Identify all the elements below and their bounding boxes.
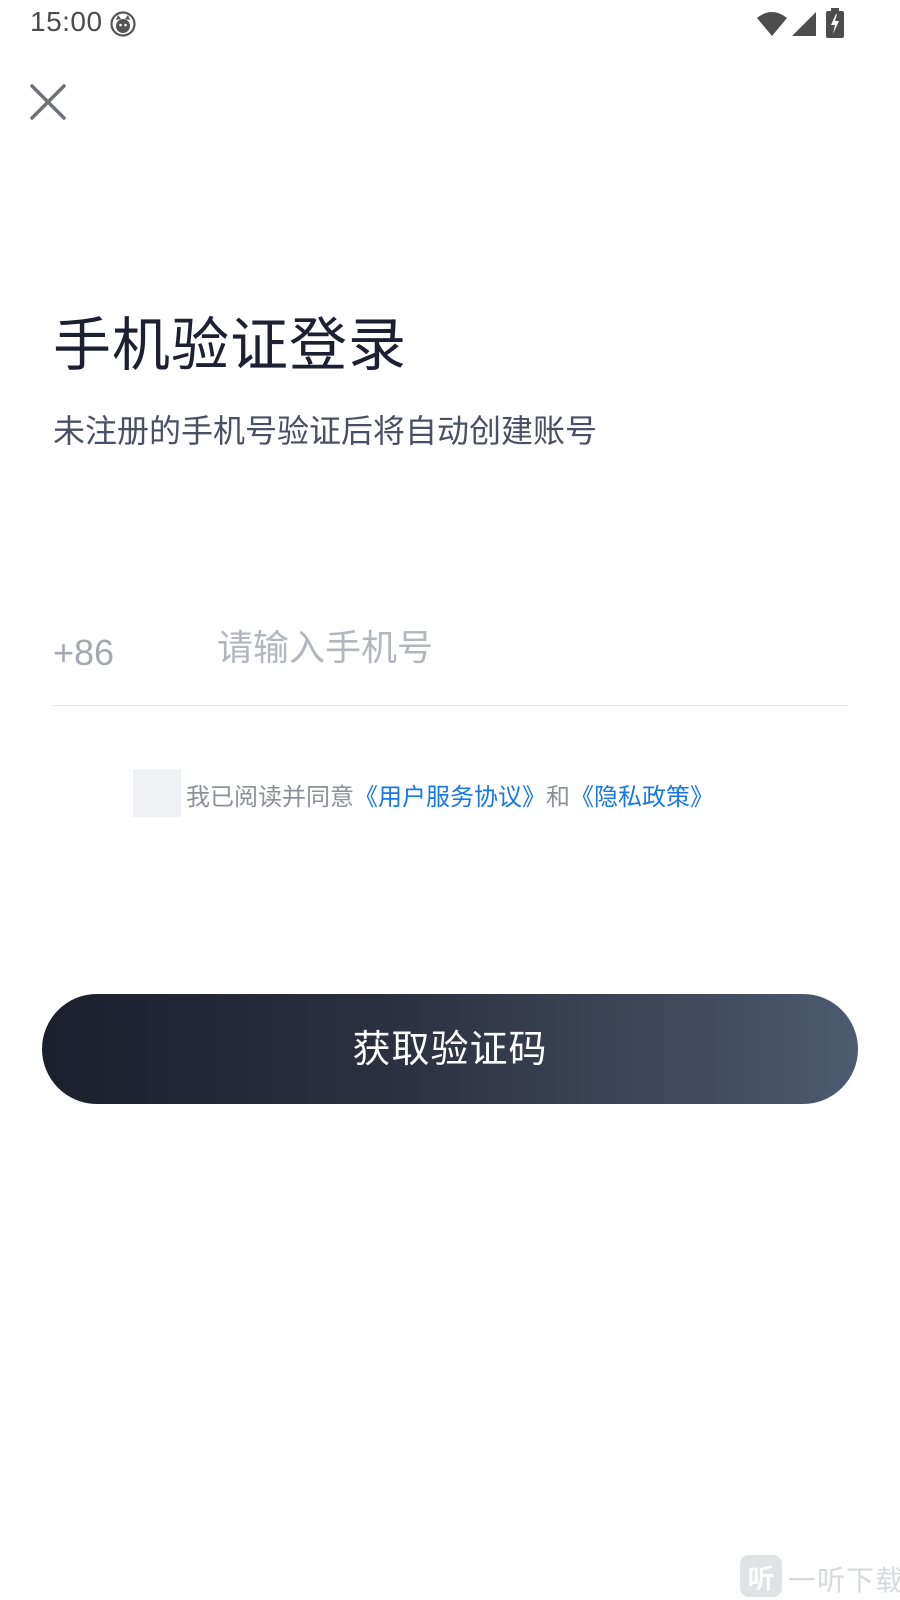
agreement-text: 我已阅读并同意《用户服务协议》和《隐私政策》	[186, 777, 714, 812]
battery-charging-icon	[826, 8, 844, 38]
close-icon[interactable]	[28, 82, 68, 122]
get-code-button[interactable]: 获取验证码	[42, 994, 858, 1104]
face-icon	[110, 11, 136, 37]
watermark-logo: 听	[740, 1555, 782, 1597]
page-title: 手机验证登录	[53, 311, 408, 379]
phone-input-row: +86	[53, 600, 848, 706]
status-time: 15:00	[30, 6, 103, 37]
privacy-link[interactable]: 《隐私政策》	[570, 783, 714, 811]
wifi-icon	[757, 12, 787, 36]
country-code[interactable]: +86	[53, 632, 114, 674]
page-subtitle: 未注册的手机号验证后将自动创建账号	[53, 412, 598, 450]
agreement-conjunction: 和	[546, 783, 570, 811]
agreement-prefix: 我已阅读并同意	[186, 783, 354, 811]
signal-icon	[792, 12, 816, 36]
watermark-text: 一听下载	[788, 1564, 900, 1597]
agreement-checkbox[interactable]	[133, 769, 181, 817]
terms-link[interactable]: 《用户服务协议》	[354, 783, 546, 811]
status-bar: 15:00	[0, 0, 900, 48]
phone-number-input[interactable]	[217, 618, 817, 678]
watermark-logo-char: 听	[747, 1565, 774, 1595]
